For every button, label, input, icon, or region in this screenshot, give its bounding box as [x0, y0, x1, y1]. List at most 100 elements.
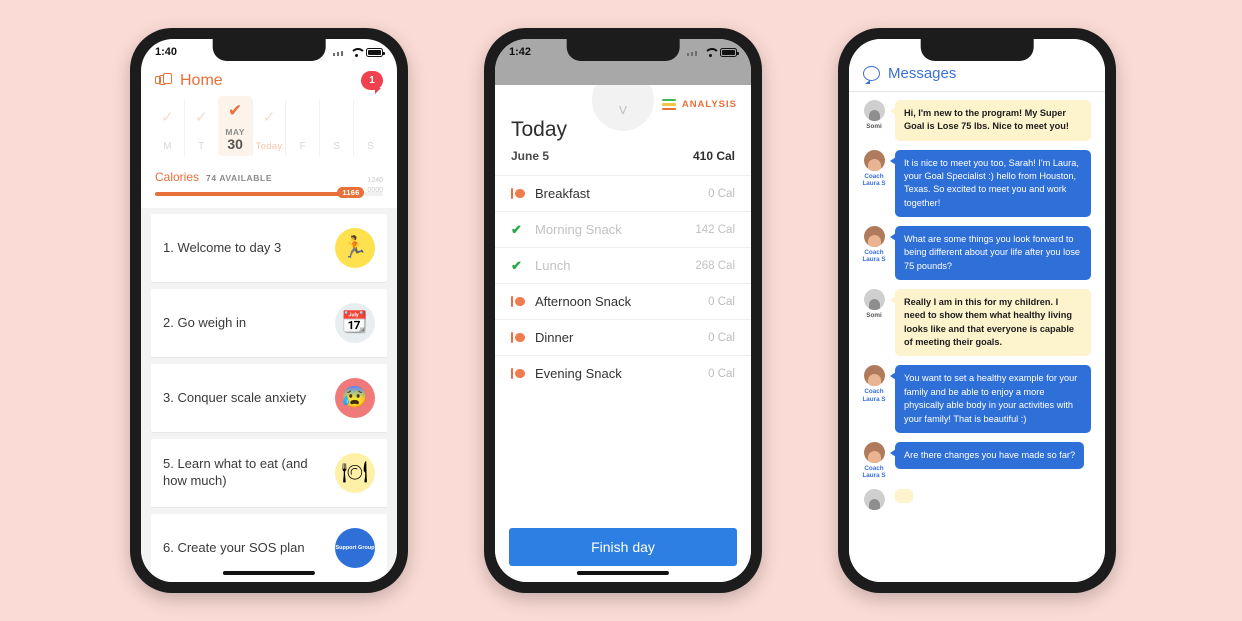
day-cell-m[interactable]: ✓ M — [151, 100, 184, 156]
calories-progress-track: 1166 1240 0000 — [155, 177, 383, 198]
meal-calories: 0 Cal — [708, 187, 735, 200]
day-cell-s1[interactable]: S — [319, 100, 353, 156]
today-summary: June 5 410 Cal — [495, 144, 751, 175]
avatar-group: Coach Laura S — [859, 365, 889, 403]
day-label: M — [163, 141, 172, 152]
card-title: 2. Go weigh in — [163, 314, 247, 330]
notch — [566, 39, 680, 61]
meal-calories: 142 Cal — [695, 223, 735, 236]
phone-messages: Messages Somi Hi, I'm new to the program… — [838, 28, 1116, 593]
avatar-group — [859, 488, 889, 510]
calendar-icon: 📆 — [335, 303, 375, 343]
message-row[interactable]: Somi Really I am in this for my children… — [859, 289, 1095, 357]
meal-row-afternoon-snack[interactable]: Afternoon Snack 0 Cal — [495, 283, 751, 319]
message-bubble: Are there changes you have made so far? — [889, 441, 1085, 470]
calories-available: 74 AVAILABLE — [206, 173, 273, 183]
list-item[interactable]: 2. Go weigh in 📆 — [151, 289, 387, 357]
notification-badge[interactable]: 1 — [361, 71, 383, 94]
support-group-icon: Support Group — [335, 528, 375, 568]
cards-icon — [155, 73, 172, 88]
message-row[interactable]: Coach Laura S Are there changes you have… — [859, 441, 1095, 480]
home-indicator[interactable] — [576, 571, 670, 575]
card-title: 6. Create your SOS plan — [163, 539, 305, 555]
finish-day-button[interactable]: Finish day — [509, 528, 737, 566]
home-indicator[interactable] — [222, 571, 316, 575]
message-row[interactable]: Coach Laura S You want to set a healthy … — [859, 365, 1095, 433]
meal-row-evening-snack[interactable]: Evening Snack 0 Cal — [495, 355, 751, 391]
list-item[interactable]: 1. Welcome to day 3 🏃 — [151, 214, 387, 282]
phone-home: 1:40 Home 1 ✓ M ✓ T ✔ MAY 30 ✓ Today F S… — [130, 28, 408, 593]
calories-goal-bottom: 0000 — [367, 187, 383, 195]
meal-row-morning-snack[interactable]: ✔ Morning Snack 142 Cal — [495, 211, 751, 247]
plate-of-food-icon: 🍽 — [335, 453, 375, 493]
signal-icon — [687, 48, 700, 56]
message-row[interactable]: Coach Laura S What are some things you l… — [859, 226, 1095, 281]
check-icon: ✓ — [194, 109, 208, 126]
list-item[interactable]: 3. Conquer scale anxiety 😰 — [151, 364, 387, 432]
message-bubble: What are some things you look forward to… — [890, 226, 1091, 281]
card-title: 1. Welcome to day 3 — [163, 239, 282, 255]
home-title-group: Home — [155, 72, 223, 90]
day-cell-f[interactable]: F — [285, 100, 319, 156]
thumb-glyph: 📆 — [341, 311, 369, 334]
day-label: F — [299, 141, 307, 152]
avatar — [863, 488, 885, 510]
sheet-backdrop — [495, 65, 751, 85]
message-bubble: Really I am in this for my children. I n… — [890, 289, 1091, 357]
day-cell-t[interactable]: ✓ T — [183, 100, 218, 156]
day-label: T — [198, 141, 205, 152]
screenshot-stage: 1:40 Home 1 ✓ M ✓ T ✔ MAY 30 ✓ Today F S… — [0, 0, 1242, 621]
calories-consumed-pill: 1166 — [337, 187, 365, 198]
sender-name: Somi — [866, 123, 882, 130]
day-label: S — [333, 141, 341, 152]
avatar — [863, 149, 885, 171]
today-total-calories: 410 Cal — [692, 149, 735, 163]
status-indicators — [687, 47, 739, 57]
page-title: Messages — [888, 65, 957, 82]
bars-icon — [661, 99, 676, 110]
avatar-group: Coach Laura S — [859, 441, 889, 480]
thumb-glyph: 🍽 — [341, 461, 369, 484]
list-item[interactable]: 5. Learn what to eat (and how much) 🍽 — [151, 439, 387, 507]
check-icon: ✔ — [511, 222, 522, 237]
task-card-list: 1. Welcome to day 3 🏃 2. Go weigh in 📆 3… — [141, 208, 397, 582]
calories-section[interactable]: Calories 74 AVAILABLE 1166 1240 0000 — [141, 162, 397, 208]
sender-name: Coach Laura S — [862, 464, 886, 480]
calories-header: Calories 74 AVAILABLE — [155, 170, 383, 184]
meal-name: Dinner — [535, 330, 574, 345]
message-bubble — [895, 488, 913, 503]
message-row[interactable]: Coach Laura S It is nice to meet you too… — [859, 149, 1095, 218]
message-thread[interactable]: Somi Hi, I'm new to the program! My Supe… — [849, 92, 1105, 582]
avatar — [863, 289, 885, 311]
battery-icon — [366, 47, 385, 57]
day-cell-today[interactable]: ✓ Today — [251, 100, 286, 156]
day-label: Today — [255, 141, 283, 152]
sender-name: Coach Laura S — [862, 249, 886, 264]
avatar-group: Coach Laura S — [859, 226, 889, 264]
meal-row-dinner[interactable]: Dinner 0 Cal — [495, 319, 751, 355]
day-strip: ✓ M ✓ T ✔ MAY 30 ✓ Today F S S — [141, 96, 397, 162]
day-cell-s2[interactable]: S — [353, 100, 387, 156]
meal-name: Afternoon Snack — [535, 294, 632, 309]
worried-person-icon: 😰 — [335, 378, 375, 418]
meal-name: Evening Snack — [535, 366, 622, 381]
calories-label: Calories — [155, 170, 200, 184]
meal-row-breakfast[interactable]: Breakfast 0 Cal — [495, 175, 751, 211]
check-icon: ✓ — [161, 109, 174, 126]
message-row[interactable] — [859, 488, 1095, 510]
meal-calories: 0 Cal — [708, 367, 735, 380]
today-sheet: ˅ ANALYSIS Today June 5 410 Cal Breakfas… — [495, 85, 751, 582]
message-bubble: Hi, I'm new to the program! My Super Goa… — [890, 100, 1091, 141]
meal-row-lunch[interactable]: ✔ Lunch 268 Cal — [495, 247, 751, 283]
fork-plate-icon — [511, 295, 525, 308]
message-row[interactable]: Somi Hi, I'm new to the program! My Supe… — [859, 100, 1095, 141]
analysis-label: ANALYSIS — [681, 99, 737, 110]
day-cell-selected[interactable]: ✔ MAY 30 — [217, 96, 252, 156]
message-bubble: It is nice to meet you too, Sarah! I'm L… — [890, 149, 1091, 218]
wifi-icon — [350, 48, 362, 57]
check-icon: ✔ — [228, 101, 243, 120]
calories-goal-top: 1240 — [367, 177, 383, 184]
sender-name: Coach Laura S — [862, 172, 886, 188]
calories-progress-fill — [155, 192, 352, 196]
